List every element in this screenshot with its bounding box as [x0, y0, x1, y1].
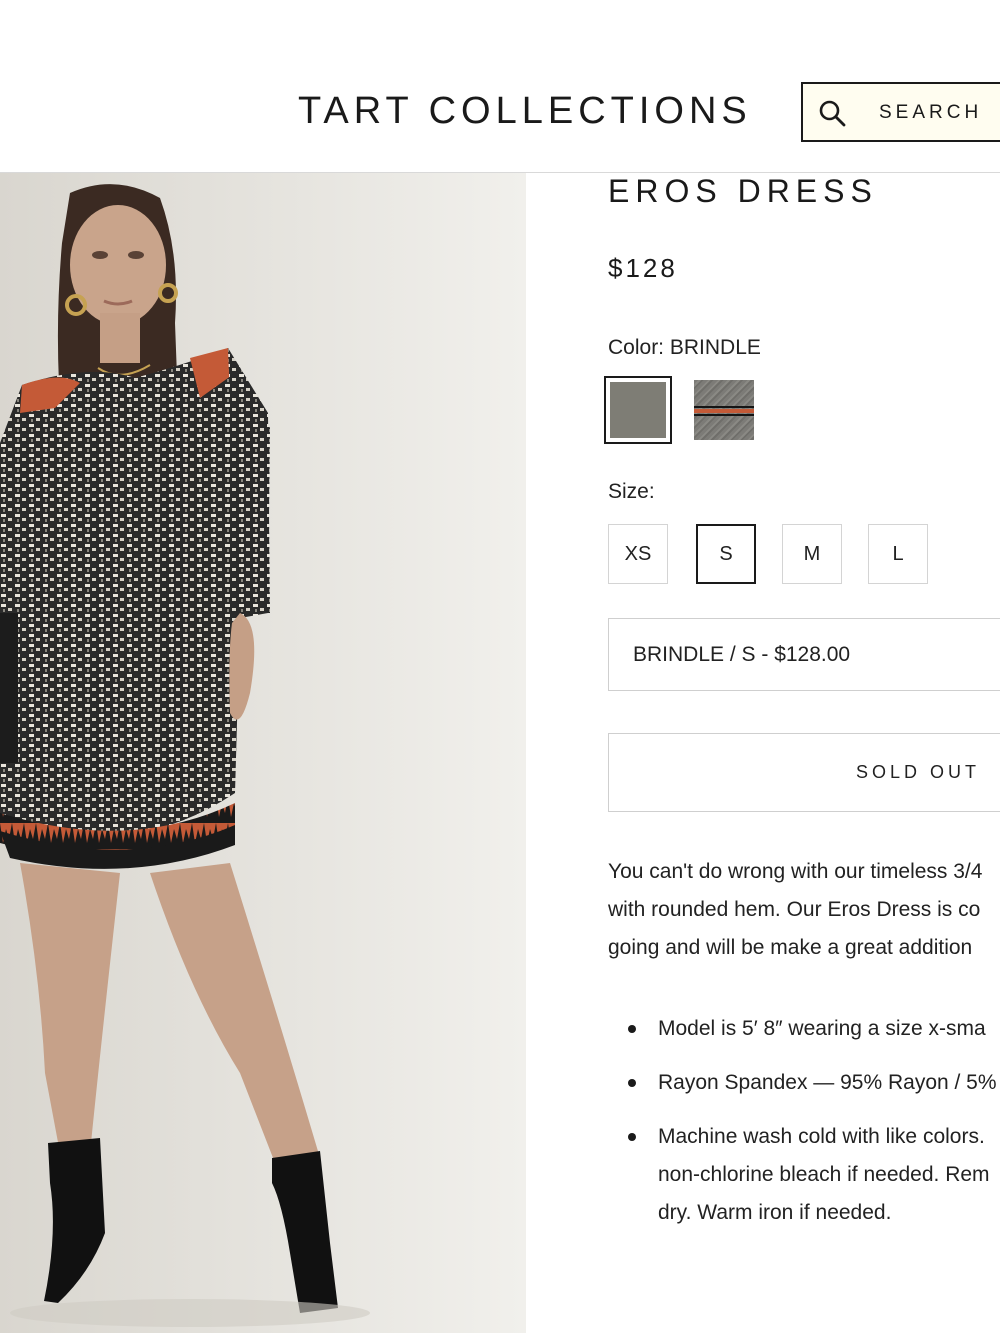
variant-value: BRINDLE / S - $128.00	[633, 643, 851, 666]
list-item-text: non-chlorine bleach if needed. Rem	[658, 1163, 990, 1186]
list-item-text: dry. Warm iron if needed.	[658, 1201, 892, 1224]
description-line: going and will be make a great addition	[608, 936, 973, 959]
bullet-dot	[628, 1025, 636, 1033]
color-label: Color: BRINDLE	[608, 336, 761, 359]
swatch-stripe	[694, 409, 754, 413]
product-description: You can't do wrong with our timeless 3/4…	[608, 853, 1000, 967]
size-option-m[interactable]: M	[782, 524, 842, 584]
model-photo	[0, 173, 526, 1333]
sold-out-button[interactable]: SOLD OUT	[608, 733, 1000, 812]
site-header: TART COLLECTIONS SEARCH	[0, 0, 1000, 173]
size-label: Size:	[608, 480, 655, 503]
size-option-l[interactable]: L	[868, 524, 928, 584]
color-swatch-brindle[interactable]	[604, 376, 672, 444]
list-item-text: Model is 5′ 8″ wearing a size x-sma	[658, 1017, 986, 1040]
product-image[interactable]	[0, 173, 526, 1333]
product-price: $128	[608, 253, 678, 283]
bullet-dot	[628, 1133, 636, 1141]
swatch-fill	[610, 382, 666, 438]
search-button[interactable]: SEARCH	[801, 82, 1000, 142]
swatch-stripe	[694, 414, 754, 416]
site-logo[interactable]: TART COLLECTIONS	[298, 90, 752, 133]
description-line: You can't do wrong with our timeless 3/4	[608, 860, 983, 883]
variant-select[interactable]: BRINDLE / S - $128.00	[608, 618, 1000, 691]
description-line: with rounded hem. Our Eros Dress is co	[608, 898, 981, 921]
list-item-text: Machine wash cold with like colors.	[658, 1125, 985, 1148]
swatch-stripe	[694, 406, 754, 408]
search-label: SEARCH	[879, 102, 983, 123]
sold-out-label: SOLD OUT	[856, 762, 981, 782]
size-option-s[interactable]: S	[696, 524, 756, 584]
list-item-text: Rayon Spandex — 95% Rayon / 5%	[658, 1071, 997, 1094]
product-title: EROS DRESS	[608, 173, 878, 209]
search-icon	[819, 100, 846, 127]
size-option-xs[interactable]: XS	[608, 524, 668, 584]
color-swatch-pattern[interactable]	[694, 380, 754, 440]
bullet-dot	[628, 1079, 636, 1087]
product-page: TART COLLECTIONS SEARCH EROS DRESS $128 …	[0, 0, 1000, 1333]
